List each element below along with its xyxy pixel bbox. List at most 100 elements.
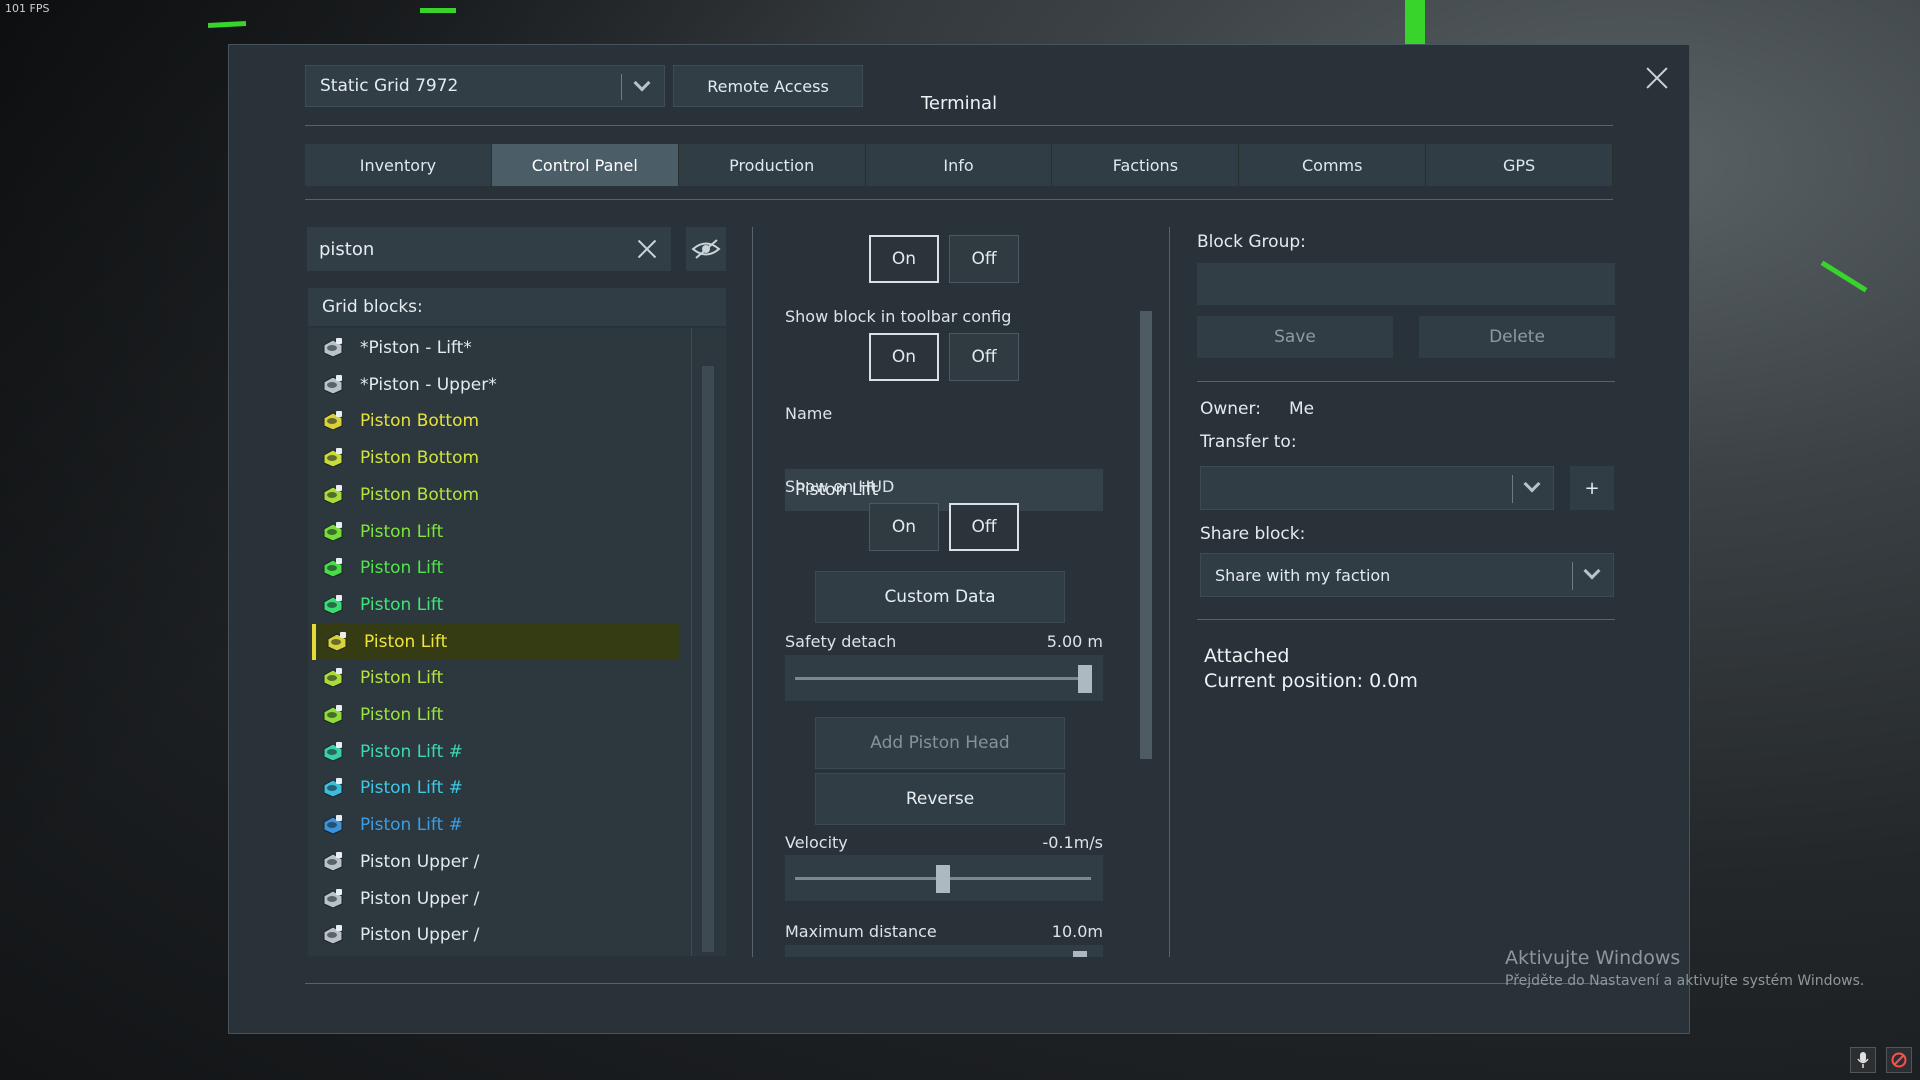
list-item[interactable]: Piston Lift # — [312, 807, 679, 843]
list-divider — [691, 328, 692, 956]
block-list: *Piston - Lift* *Piston - Upper* Piston Bo… — [308, 328, 726, 956]
max-distance-slider[interactable] — [785, 945, 1103, 957]
slider-thumb[interactable] — [1073, 951, 1087, 957]
tab-bar: Inventory Control Panel Production Info … — [305, 144, 1614, 186]
list-item[interactable]: Piston Upper / — [312, 844, 679, 880]
block-item-label: Piston Lift — [360, 594, 444, 615]
safety-detach-value: 5.00 m — [1046, 632, 1103, 651]
block-item-label: Piston Lift # — [360, 815, 463, 836]
bg-green-light — [207, 21, 247, 28]
toolbar-config-label: Show block in toolbar config — [785, 307, 1012, 326]
block-list-scrollbar[interactable] — [702, 366, 714, 952]
add-piston-head-button[interactable]: Add Piston Head — [815, 717, 1065, 769]
block-item-label: Piston Lift — [360, 705, 444, 725]
piston-block-icon — [322, 557, 344, 579]
block-item-label: Piston Bottom — [360, 448, 480, 469]
search-input[interactable]: piston — [307, 227, 671, 271]
block-group-label: Block Group: — [1197, 232, 1306, 252]
tab-info[interactable]: Info — [865, 144, 1053, 186]
hide-blocks-toggle[interactable] — [686, 227, 726, 271]
tab-comms[interactable]: Comms — [1239, 144, 1427, 186]
custom-data-button[interactable]: Custom Data — [815, 571, 1065, 623]
page-title: Terminal — [921, 93, 998, 114]
safety-detach-slider[interactable] — [785, 655, 1103, 701]
fps-counter: 101 FPS — [5, 2, 50, 15]
list-item[interactable]: Piston Lift — [312, 660, 679, 696]
list-item[interactable]: Piston Lift — [312, 514, 679, 550]
windows-activation-text: Přejděte do Nastavení a aktivujte systém… — [1505, 973, 1865, 989]
piston-block-icon — [322, 374, 344, 396]
terminal-window: Static Grid 7972 Remote Access Terminal … — [228, 44, 1690, 1034]
list-item[interactable]: Piston Bottom — [312, 403, 679, 439]
chevron-down-icon — [1523, 475, 1541, 493]
safety-detach-label: Safety detach — [785, 632, 897, 651]
piston-block-icon — [322, 447, 344, 469]
divider — [305, 983, 1613, 984]
name-label: Name — [785, 404, 833, 423]
chevron-down-icon — [1583, 562, 1601, 580]
block-item-label: *Piston - Lift* — [360, 338, 472, 358]
close-icon[interactable] — [1642, 63, 1672, 93]
control-panel-scrollbar[interactable] — [1140, 311, 1152, 759]
grid-select-dropdown[interactable]: Static Grid 7972 — [305, 65, 665, 107]
piston-block-icon — [322, 521, 344, 543]
remote-access-button[interactable]: Remote Access — [673, 65, 863, 107]
show-hud-off-button[interactable]: Off — [949, 503, 1019, 551]
piston-block-icon — [322, 410, 344, 432]
block-item-label: Piston Upper / — [360, 925, 480, 946]
list-item[interactable]: Piston Lift — [312, 623, 679, 660]
enabled-off-button[interactable]: Off — [949, 235, 1019, 283]
current-position-status: Current position: 0.0m — [1204, 670, 1418, 692]
list-item[interactable]: Piston Bottom — [312, 477, 679, 513]
tab-factions[interactable]: Factions — [1052, 144, 1240, 186]
piston-block-icon — [322, 741, 344, 763]
list-item[interactable]: Piston Lift # — [312, 770, 679, 806]
grid-select-value: Static Grid 7972 — [320, 76, 459, 96]
panel-divider — [1169, 227, 1170, 957]
list-item[interactable]: Piston Lift # — [312, 734, 679, 770]
tab-control-panel[interactable]: Control Panel — [491, 144, 679, 186]
reverse-button[interactable]: Reverse — [815, 773, 1065, 825]
velocity-slider[interactable] — [785, 855, 1103, 901]
show-hud-on-button[interactable]: On — [869, 503, 939, 551]
piston-block-icon — [326, 631, 348, 653]
piston-block-icon — [322, 814, 344, 836]
save-button[interactable]: Save — [1197, 316, 1393, 358]
piston-block-icon — [322, 337, 344, 359]
tab-inventory[interactable]: Inventory — [305, 144, 492, 186]
slider-thumb[interactable] — [936, 865, 950, 893]
bg-green-light — [1820, 260, 1868, 293]
tab-production[interactable]: Production — [678, 144, 866, 186]
slider-thumb[interactable] — [1078, 665, 1093, 693]
list-item[interactable]: Piston Upper / — [312, 881, 679, 917]
toolbar-config-off-button[interactable]: Off — [949, 333, 1019, 381]
list-item[interactable]: Piston Bottom — [312, 440, 679, 476]
list-item[interactable]: Piston Lift — [312, 697, 679, 733]
tab-gps[interactable]: GPS — [1426, 144, 1614, 186]
block-item-label: Piston Lift # — [360, 778, 463, 799]
delete-button[interactable]: Delete — [1419, 316, 1615, 358]
block-group-input[interactable] — [1197, 263, 1615, 305]
refresh-icon[interactable] — [1886, 1047, 1912, 1073]
list-item[interactable]: *Piston - Lift* — [312, 330, 679, 366]
divider — [305, 125, 1613, 126]
search-value: piston — [319, 238, 375, 260]
list-item[interactable]: Piston Lift — [312, 550, 679, 586]
bg-green-light — [420, 8, 456, 13]
list-item[interactable]: Piston Lift — [312, 587, 679, 623]
list-item[interactable]: Piston Upper / — [312, 917, 679, 953]
transfer-add-button[interactable]: + — [1570, 466, 1614, 510]
divider — [305, 199, 1613, 200]
share-block-dropdown[interactable]: Share with my faction — [1200, 553, 1614, 597]
list-item[interactable]: *Piston - Upper* — [312, 367, 679, 403]
microphone-icon[interactable] — [1850, 1047, 1876, 1073]
piston-block-icon — [322, 924, 344, 946]
clear-search-icon[interactable] — [635, 237, 659, 261]
divider — [1197, 619, 1615, 620]
bg-green-light — [1405, 0, 1425, 44]
toolbar-config-on-button[interactable]: On — [869, 333, 939, 381]
enabled-on-button[interactable]: On — [869, 235, 939, 283]
piston-block-icon — [322, 888, 344, 910]
transfer-dropdown[interactable] — [1200, 466, 1554, 510]
block-item-label: Piston Lift — [364, 631, 448, 652]
